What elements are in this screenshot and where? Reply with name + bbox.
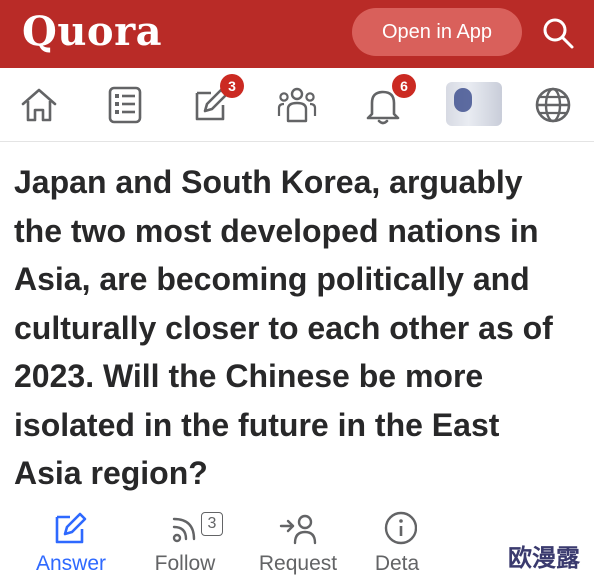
nav-spaces[interactable] <box>270 78 324 132</box>
top-bar: Quora Open in App <box>0 0 594 68</box>
people-icon <box>277 87 317 123</box>
nav-following[interactable] <box>98 78 152 132</box>
question-line: 2023. Will the Chinese be more <box>14 358 484 394</box>
details-button[interactable]: Deta <box>374 508 420 580</box>
follow-label: Follow <box>154 552 216 575</box>
answer-label: Answer <box>35 552 107 575</box>
answer-badge: 3 <box>220 74 244 98</box>
watermark: 欧漫露 <box>508 544 580 572</box>
follow-count: 3 <box>201 512 223 536</box>
nav-language[interactable] <box>526 78 580 132</box>
info-icon <box>384 511 417 545</box>
avatar <box>446 82 502 126</box>
question-title: Japan and South Korea, arguably the two … <box>14 158 582 498</box>
question-actions: Answer Follow Request Deta <box>0 508 594 580</box>
answer-button[interactable]: Answer <box>34 508 108 580</box>
edit-icon <box>55 512 87 544</box>
question-line: the two most developed nations in <box>14 212 539 249</box>
question-line: culturally closer to each other as of <box>14 309 553 346</box>
search-icon[interactable] <box>541 16 575 50</box>
notifications-badge: 6 <box>392 74 416 98</box>
list-icon <box>108 86 142 124</box>
nav-bar: 3 6 <box>0 68 594 142</box>
nav-home[interactable] <box>12 78 66 132</box>
question-line: Asia, are becoming politically and <box>14 261 530 297</box>
globe-icon <box>535 87 571 123</box>
home-icon <box>21 88 57 122</box>
nav-notifications[interactable]: 6 <box>356 74 416 132</box>
nav-answer[interactable]: 3 <box>184 74 244 132</box>
nav-profile[interactable] <box>446 82 502 126</box>
open-in-app-button[interactable]: Open in App <box>352 8 522 56</box>
request-label: Request <box>258 552 338 575</box>
details-label: Deta <box>374 552 420 575</box>
follow-icon <box>172 517 196 543</box>
request-button[interactable]: Request <box>256 508 340 580</box>
question-line: isolated in the future in the East <box>14 406 500 443</box>
question-line: Asia region? <box>14 455 208 491</box>
question-line: Japan and South Korea, arguably <box>14 164 523 200</box>
quora-logo[interactable]: Quora <box>22 8 162 55</box>
request-icon <box>279 514 317 545</box>
